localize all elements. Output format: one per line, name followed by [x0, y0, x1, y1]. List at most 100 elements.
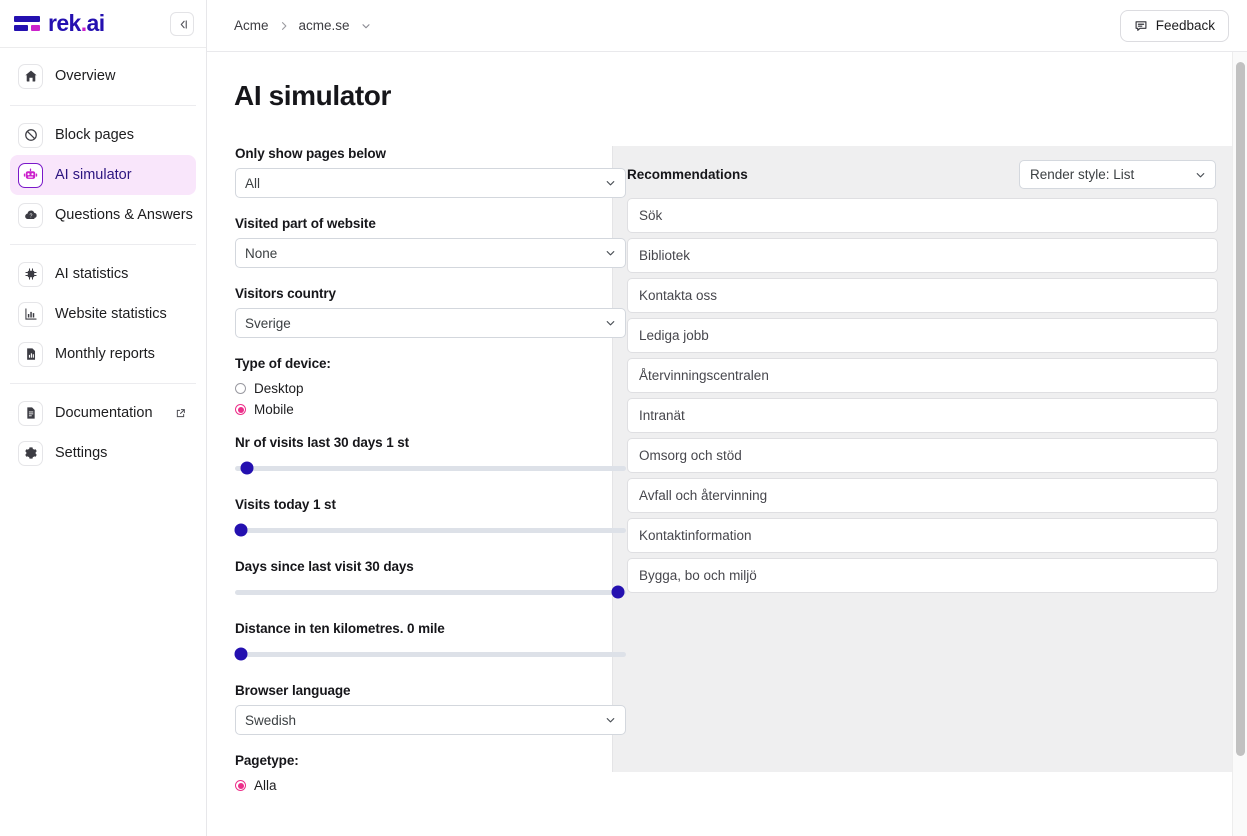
- radio-icon-selected: [235, 404, 246, 415]
- nav-divider: [10, 244, 196, 245]
- slider-field-days-since-last-visit: Days since last visit 30 days: [235, 559, 626, 599]
- select-value: Swedish: [245, 712, 297, 728]
- chevron-down-icon: [1194, 168, 1207, 181]
- select-value: All: [245, 175, 261, 191]
- radio-label: Alla: [254, 778, 277, 793]
- slider-days-since-last-visit[interactable]: [235, 585, 626, 599]
- chevron-right-icon: [278, 20, 290, 32]
- breadcrumb-item-acme[interactable]: Acme: [234, 18, 269, 33]
- feedback-button[interactable]: Feedback: [1119, 9, 1229, 42]
- radio-label: Mobile: [254, 402, 294, 417]
- slider-distance[interactable]: [234, 647, 626, 661]
- pages-below-select[interactable]: All: [235, 168, 626, 198]
- chevron-down-icon[interactable]: [360, 20, 372, 32]
- nav-group-3: AI statistics Website statistics Monthly…: [0, 254, 206, 374]
- field-visited-part: Visited part of website None: [235, 216, 626, 268]
- field-type-of-device: Type of device: Desktop Mobile: [235, 356, 612, 419]
- slider-thumb[interactable]: [234, 647, 248, 661]
- visited-part-select[interactable]: None: [235, 238, 626, 268]
- sidebar-item-label: Monthly reports: [55, 346, 155, 362]
- content-scroll-area: AI simulator Only show pages below All V…: [207, 52, 1247, 836]
- recommendations-title: Recommendations: [627, 167, 748, 182]
- sidebar-item-ai-statistics[interactable]: AI statistics: [10, 254, 196, 294]
- sidebar-header: rek.ai: [0, 0, 206, 48]
- block-icon: [18, 122, 43, 148]
- list-item[interactable]: Sök: [627, 198, 1218, 233]
- list-item[interactable]: Kontaktinformation: [627, 518, 1218, 553]
- sidebar-item-label: Settings: [55, 445, 108, 461]
- slider-visits-30-days[interactable]: [235, 461, 626, 475]
- field-label: Visited part of website: [235, 216, 376, 231]
- sidebar-item-label: AI statistics: [55, 266, 129, 282]
- chevron-down-icon: [604, 317, 617, 330]
- sidebar-item-questions-answers[interactable]: ? Questions & Answers: [10, 195, 196, 235]
- slider-thumb[interactable]: [240, 461, 254, 475]
- document-icon: [18, 400, 43, 426]
- sidebar-item-label: Documentation: [55, 405, 153, 421]
- nav-group-4: Documentation Settings: [0, 393, 206, 473]
- page-title: AI simulator: [234, 80, 392, 111]
- sidebar-item-block-pages[interactable]: Block pages: [10, 115, 196, 155]
- page-scrollbar[interactable]: [1232, 52, 1247, 836]
- visitors-country-select[interactable]: Sverige: [235, 308, 626, 338]
- sidebar-item-monthly-reports[interactable]: Monthly reports: [10, 334, 196, 374]
- question-cloud-icon: ?: [18, 202, 43, 228]
- slider-track: [235, 589, 626, 595]
- sidebar-item-label: AI simulator: [55, 167, 132, 183]
- home-icon: [18, 63, 43, 89]
- svg-text:?: ?: [29, 213, 32, 219]
- external-link-icon: [175, 408, 186, 419]
- field-label: Type of device:: [235, 356, 331, 371]
- radio-device-mobile[interactable]: Mobile: [235, 400, 612, 419]
- list-item[interactable]: Avfall och återvinning: [627, 478, 1218, 513]
- radio-pagetype-alla[interactable]: Alla: [235, 776, 612, 795]
- field-visitors-country: Visitors country Sverige: [235, 286, 626, 338]
- chevron-down-icon: [604, 177, 617, 190]
- radio-device-desktop[interactable]: Desktop: [235, 379, 612, 398]
- nav-group-2: Block pages AI simulator ? Questions & A…: [0, 115, 206, 235]
- slider-label: Nr of visits last 30 days 1 st: [235, 435, 410, 450]
- list-item[interactable]: Återvinningscentralen: [627, 358, 1218, 393]
- list-item[interactable]: Bibliotek: [627, 238, 1218, 273]
- comment-icon: [1134, 19, 1148, 33]
- render-style-select[interactable]: Render style: List: [1019, 160, 1216, 189]
- bar-chart-icon: [18, 301, 43, 327]
- field-label: Browser language: [235, 683, 351, 698]
- list-item[interactable]: Lediga jobb: [627, 318, 1218, 353]
- field-label: Visitors country: [235, 286, 336, 301]
- list-item[interactable]: Kontakta oss: [627, 278, 1218, 313]
- sidebar-item-overview[interactable]: Overview: [10, 56, 196, 96]
- slider-label: Visits today 1 st: [235, 497, 336, 512]
- sidebar-item-ai-simulator[interactable]: AI simulator: [10, 155, 196, 195]
- list-item[interactable]: Intranät: [627, 398, 1218, 433]
- slider-label: Distance in ten kilometres. 0 mile: [235, 621, 445, 636]
- sidebar-item-documentation[interactable]: Documentation: [10, 393, 196, 433]
- slider-visits-today[interactable]: [234, 523, 626, 537]
- slider-label: Days since last visit 30 days: [235, 559, 414, 574]
- slider-track: [235, 527, 626, 533]
- sidebar-nav: Overview Block pages AI simulator ? Ques…: [0, 48, 206, 473]
- radio-icon-selected: [235, 780, 246, 791]
- brand-logo[interactable]: rek.ai: [14, 12, 105, 35]
- slider-track: [235, 651, 626, 657]
- select-value: Render style: List: [1030, 167, 1135, 182]
- sidebar-item-settings[interactable]: Settings: [10, 433, 196, 473]
- nav-group-1: Overview: [0, 56, 206, 96]
- sidebar-item-website-statistics[interactable]: Website statistics: [10, 294, 196, 334]
- breadcrumb: Acme acme.se: [234, 18, 372, 33]
- field-pagetype: Pagetype: Alla: [235, 753, 612, 795]
- collapse-sidebar-button[interactable]: [170, 12, 194, 36]
- slider-thumb[interactable]: [234, 523, 248, 537]
- list-item[interactable]: Omsorg och stöd: [627, 438, 1218, 473]
- chevron-down-icon: [604, 247, 617, 260]
- browser-language-select[interactable]: Swedish: [235, 705, 626, 735]
- select-value: Sverige: [245, 315, 291, 331]
- slider-thumb[interactable]: [611, 585, 625, 599]
- chip-icon: [18, 261, 43, 287]
- list-item[interactable]: Bygga, bo och miljö: [627, 558, 1218, 593]
- scrollbar-thumb[interactable]: [1236, 62, 1245, 756]
- field-label: Only show pages below: [235, 146, 386, 161]
- breadcrumb-item-site[interactable]: acme.se: [299, 18, 350, 33]
- sidebar-item-label: Block pages: [55, 127, 134, 143]
- recommendations-list: Sök Bibliotek Kontakta oss Lediga jobb Å…: [627, 198, 1218, 593]
